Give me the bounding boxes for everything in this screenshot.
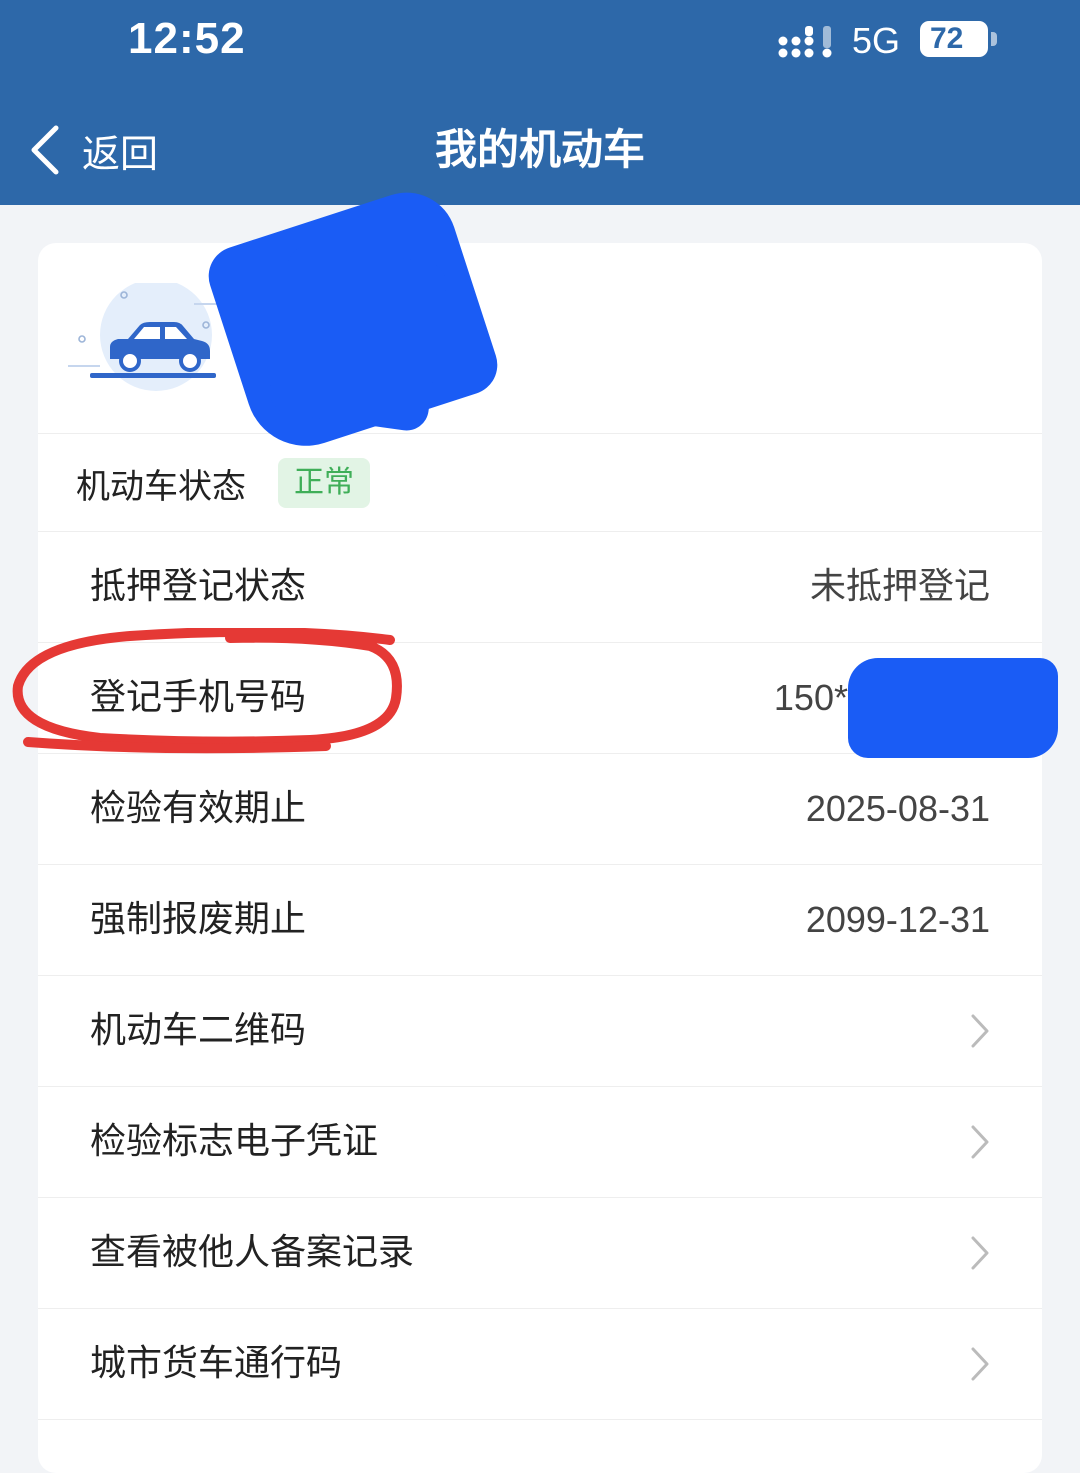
signal-icon — [778, 26, 832, 58]
row-label: 强制报废期止 — [90, 899, 307, 940]
chevron-right-icon — [971, 1347, 989, 1381]
vehicle-card: 机动车状态 正常 抵押登记状态 未抵押登记 登记手机号码 150** 检验有效期… — [38, 179, 1058, 1473]
vehicle-status-row: 机动车状态 正常 — [38, 433, 1042, 532]
row-inspection-expiry: 检验有效期止 2025-08-31 — [38, 754, 1042, 865]
chevron-right-icon — [971, 1125, 989, 1159]
row-label: 查看被他人备案记录 — [90, 1232, 415, 1273]
page-title: 我的机动车 — [434, 125, 645, 174]
status-time: 12:52 — [128, 14, 246, 63]
row-label: 登记手机号码 — [90, 677, 307, 718]
car-icon — [68, 283, 220, 391]
top-bar: 12:52 5G 72 返回 我的机动车 — [0, 0, 1080, 205]
battery-tip — [991, 32, 997, 46]
row-label: 检验标志电子凭证 — [90, 1121, 379, 1162]
row-vehicle-qr-code[interactable]: 机动车二维码 — [38, 976, 1042, 1087]
row-value: 2099-12-31 — [805, 899, 990, 940]
vehicle-status-label: 机动车状态 — [76, 467, 246, 507]
chevron-right-icon — [971, 1014, 989, 1048]
row-value: 未抵押登记 — [809, 566, 990, 607]
row-mortgage-status: 抵押登记状态 未抵押登记 — [38, 532, 1042, 643]
row-label: 抵押登记状态 — [90, 566, 307, 607]
row-value: 2025-08-31 — [805, 788, 990, 829]
row-filing-records[interactable]: 查看被他人备案记录 — [38, 1198, 1042, 1309]
row-label: 城市货车通行码 — [90, 1343, 343, 1384]
row-label: 机动车二维码 — [90, 1010, 307, 1051]
battery-icon: 72 — [920, 21, 988, 57]
redacted-phone-number — [848, 658, 1058, 758]
row-scrap-deadline: 强制报废期止 2099-12-31 — [38, 865, 1042, 976]
chevron-left-icon — [31, 125, 59, 175]
back-label: 返回 — [82, 131, 159, 176]
chevron-right-icon — [971, 1236, 989, 1270]
back-button[interactable]: 返回 — [30, 118, 158, 182]
row-label: 检验有效期止 — [90, 788, 307, 829]
status-badge: 正常 — [278, 458, 370, 508]
vehicle-header — [38, 179, 1042, 462]
row-inspection-certificate[interactable]: 检验标志电子凭证 — [38, 1087, 1042, 1198]
row-city-truck-pass[interactable]: 城市货车通行码 — [38, 1309, 1042, 1420]
network-label: 5G — [852, 20, 901, 61]
redacted-plate-number-overlay — [266, 242, 450, 434]
